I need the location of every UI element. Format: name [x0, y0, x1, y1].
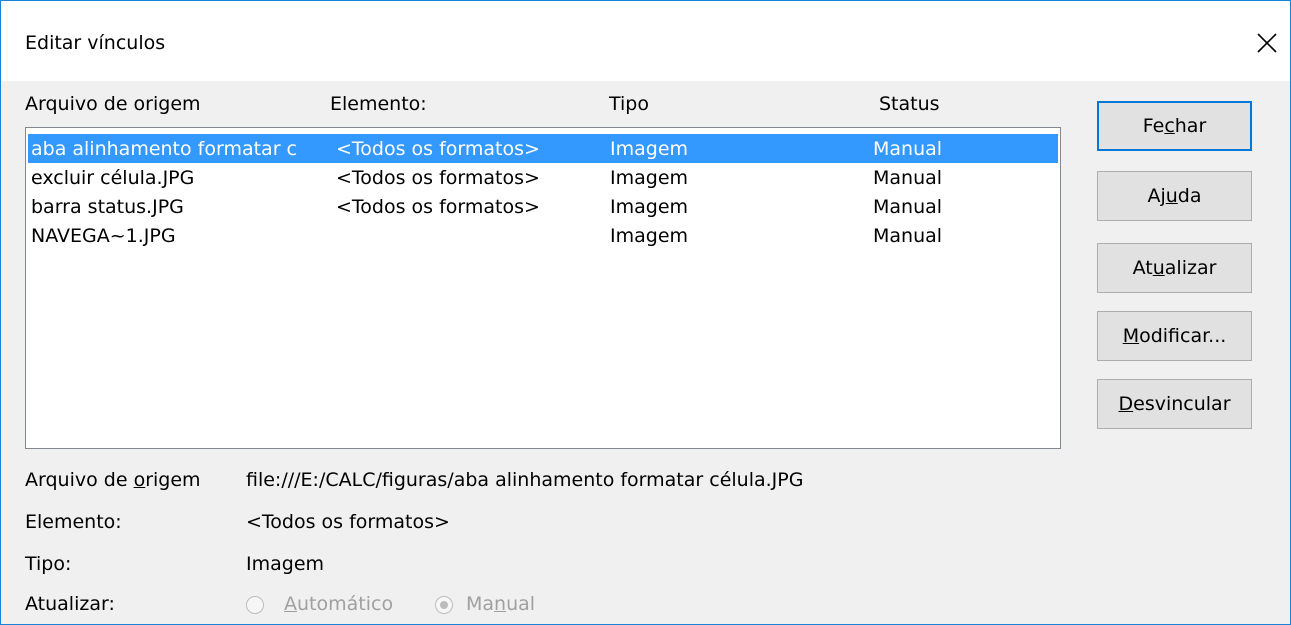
- source-file-label: Arquivo de origem: [25, 469, 201, 491]
- row-source-file: aba alinhamento formatar c: [31, 138, 297, 160]
- modify-button-accesskey: M: [1122, 325, 1140, 347]
- unlink-button-label-part: esvincular: [1133, 393, 1231, 415]
- row-source-file: excluir célula.JPG: [31, 167, 195, 189]
- automatic-radio[interactable]: [246, 596, 264, 614]
- list-row-2[interactable]: excluir célula.JPG <Todos os formatos> I…: [28, 163, 1058, 192]
- close-button-label-part: Fe: [1142, 115, 1165, 137]
- help-button-accesskey: u: [1165, 185, 1178, 207]
- help-button-label-part: da: [1177, 185, 1202, 207]
- manual-label-part: Ma: [466, 593, 495, 615]
- type-label: Tipo:: [25, 553, 72, 575]
- column-header-source-file[interactable]: Arquivo de origem: [25, 93, 201, 115]
- modify-button-label-part: odificar...: [1139, 325, 1227, 347]
- source-file-label-part: Arquivo de: [25, 469, 134, 491]
- modify-button[interactable]: Modificar...: [1097, 311, 1252, 361]
- column-header-type[interactable]: Tipo: [609, 93, 649, 115]
- list-row-4[interactable]: NAVEGA~1.JPG Imagem Manual: [28, 221, 1058, 250]
- row-type: Imagem: [610, 225, 689, 247]
- close-button-accesskey: c: [1164, 115, 1175, 137]
- row-element: <Todos os formatos>: [336, 167, 540, 189]
- unlink-button[interactable]: Desvincular: [1097, 379, 1252, 429]
- update-button[interactable]: At u alizar: [1097, 243, 1252, 293]
- list-row-1[interactable]: aba alinhamento formatar c <Todos os for…: [28, 134, 1058, 163]
- help-button[interactable]: Aj u da: [1097, 171, 1252, 221]
- update-button-accesskey: u: [1152, 257, 1165, 279]
- row-status: Manual: [873, 138, 943, 160]
- links-list[interactable]: aba alinhamento formatar c <Todos os for…: [25, 127, 1061, 449]
- source-file-label-accesskey: o: [133, 469, 146, 491]
- manual-label-accesskey: n: [494, 593, 507, 615]
- row-status: Manual: [873, 196, 943, 218]
- edit-links-dialog: Editar vínculos Arquivo de origem Elemen…: [0, 0, 1291, 625]
- row-status: Manual: [873, 225, 943, 247]
- manual-radio[interactable]: [435, 596, 453, 614]
- row-element: <Todos os formatos>: [336, 138, 540, 160]
- column-header-status[interactable]: Status: [879, 93, 940, 115]
- row-status: Manual: [873, 167, 943, 189]
- automatic-label-part: utomático: [297, 593, 394, 615]
- row-element: <Todos os formatos>: [336, 196, 540, 218]
- update-button-label-part: alizar: [1164, 257, 1217, 279]
- element-value: <Todos os formatos>: [246, 511, 450, 533]
- list-row-3[interactable]: barra status.JPG <Todos os formatos> Ima…: [28, 192, 1058, 221]
- row-source-file: barra status.JPG: [31, 196, 184, 218]
- close-icon[interactable]: [1249, 25, 1285, 61]
- update-mode-label: Atualizar:: [25, 593, 115, 615]
- source-file-label-part: rigem: [145, 469, 201, 491]
- unlink-button-accesskey: D: [1118, 393, 1134, 415]
- type-value: Imagem: [246, 553, 325, 575]
- update-button-label-part: At: [1132, 257, 1153, 279]
- close-button[interactable]: Fe c har: [1097, 101, 1252, 151]
- source-file-value: file:///E:/CALC/figuras/aba alinhamento …: [246, 469, 804, 491]
- automatic-label-accesskey: A: [284, 593, 297, 615]
- title-bar: Editar vínculos: [1, 1, 1290, 81]
- help-button-label-part: Aj: [1147, 185, 1166, 207]
- manual-radio-label: Manual: [466, 593, 535, 615]
- dialog-title: Editar vínculos: [25, 32, 166, 54]
- close-button-label-part: har: [1174, 115, 1207, 137]
- row-type: Imagem: [610, 138, 689, 160]
- column-header-element[interactable]: Elemento:: [330, 93, 427, 115]
- element-label: Elemento:: [25, 511, 122, 533]
- row-source-file: NAVEGA~1.JPG: [31, 225, 176, 247]
- automatic-radio-label: Automático: [284, 593, 393, 615]
- row-type: Imagem: [610, 196, 689, 218]
- row-type: Imagem: [610, 167, 689, 189]
- manual-label-part: ual: [506, 593, 536, 615]
